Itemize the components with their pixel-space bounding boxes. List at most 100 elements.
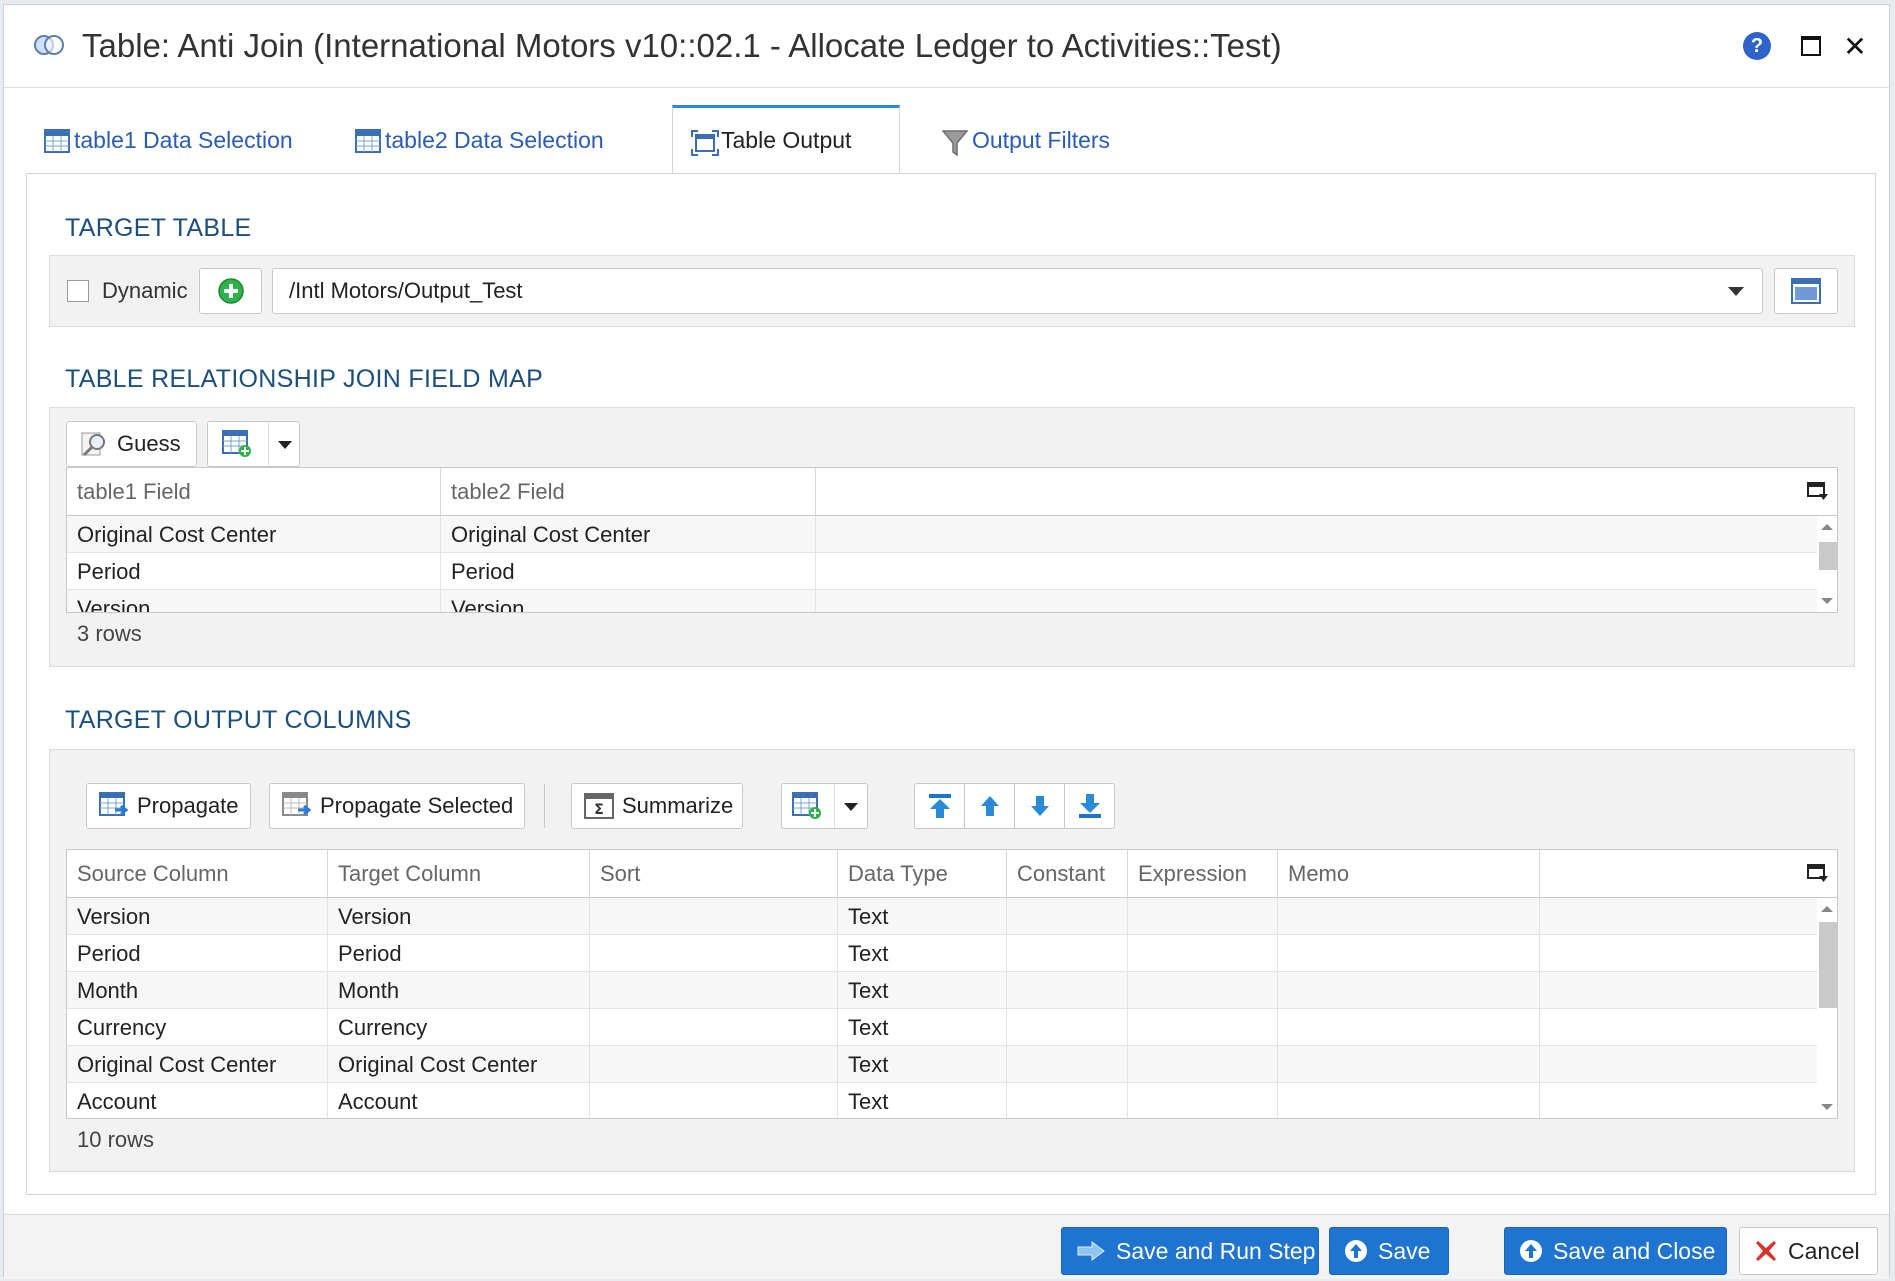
grid-cell[interactable] <box>1128 1009 1278 1046</box>
grid-cell[interactable]: Period <box>328 935 590 972</box>
grid-cell[interactable]: Text <box>838 1046 1007 1083</box>
scroll-down-icon[interactable] <box>1821 598 1833 604</box>
propagate-selected-button[interactable]: Propagate Selected <box>269 783 525 829</box>
grid-cell[interactable]: Month <box>67 972 328 1009</box>
column-header[interactable]: Target Column <box>328 850 590 897</box>
close-button[interactable]: ✕ <box>1838 29 1872 63</box>
grid-cell[interactable]: Text <box>838 1009 1007 1046</box>
grid-cell[interactable] <box>1278 972 1540 1009</box>
grid-cell[interactable]: Currency <box>328 1009 590 1046</box>
grid-cell[interactable]: Original Cost Center <box>67 1046 328 1083</box>
scroll-up-icon[interactable] <box>1821 906 1833 912</box>
grid-cell[interactable] <box>1278 898 1540 935</box>
tab-table-output[interactable]: Table Output <box>672 105 900 173</box>
table-row[interactable]: Period Period Text <box>67 935 1817 972</box>
grid-cell[interactable] <box>1007 1009 1128 1046</box>
save-and-run-step-button[interactable]: Save and Run Step <box>1061 1227 1319 1275</box>
chevron-down-icon[interactable] <box>844 803 858 811</box>
vertical-scrollbar[interactable] <box>1817 516 1837 612</box>
column-header[interactable]: Source Column <box>67 850 328 897</box>
grid-cell[interactable]: Version <box>67 898 328 935</box>
grid-cell[interactable] <box>1007 898 1128 935</box>
add-output-column-button[interactable] <box>781 783 868 829</box>
chevron-down-icon[interactable] <box>278 441 292 449</box>
column-chooser-icon[interactable] <box>1801 468 1835 514</box>
move-to-bottom-button[interactable] <box>1064 783 1115 829</box>
grid-cell[interactable]: Version <box>328 898 590 935</box>
grid-cell[interactable] <box>1128 898 1278 935</box>
table-row[interactable]: Period Period <box>67 553 1817 590</box>
grid-cell[interactable]: Text <box>838 935 1007 972</box>
column-header[interactable]: Memo <box>1278 850 1540 897</box>
title-bar[interactable]: Table: Anti Join (International Motors v… <box>4 5 1889 88</box>
add-join-row-button[interactable] <box>207 421 300 467</box>
grid-cell[interactable] <box>1007 1046 1128 1083</box>
move-up-button[interactable] <box>964 783 1015 829</box>
table-row[interactable]: Month Month Text <box>67 972 1817 1009</box>
dynamic-checkbox[interactable] <box>67 280 89 302</box>
maximize-button[interactable] <box>1794 29 1828 63</box>
save-and-close-button[interactable]: Save and Close <box>1504 1227 1727 1275</box>
table-row[interactable]: Currency Currency Text <box>67 1009 1817 1046</box>
grid-cell[interactable]: Account <box>328 1083 590 1118</box>
column-header[interactable]: Data Type <box>838 850 1007 897</box>
grid-cell[interactable] <box>590 898 838 935</box>
grid-cell[interactable]: Original Cost Center <box>67 516 441 553</box>
scroll-up-icon[interactable] <box>1821 524 1833 530</box>
grid-cell[interactable] <box>1007 935 1128 972</box>
propagate-button[interactable]: Propagate <box>86 783 251 829</box>
grid-cell[interactable]: Month <box>328 972 590 1009</box>
grid-cell[interactable]: Text <box>838 972 1007 1009</box>
grid-cell[interactable] <box>1278 1083 1540 1118</box>
grid-cell[interactable] <box>1278 1009 1540 1046</box>
grid-cell[interactable]: Currency <box>67 1009 328 1046</box>
table-row[interactable]: Account Account Text <box>67 1083 1817 1118</box>
column-header[interactable]: table1 Field <box>67 468 441 515</box>
grid-cell[interactable] <box>1128 972 1278 1009</box>
table-row[interactable]: Version Version <box>67 590 1817 612</box>
scroll-down-icon[interactable] <box>1821 1104 1833 1110</box>
grid-cell[interactable] <box>1128 935 1278 972</box>
column-header[interactable]: Expression <box>1128 850 1278 897</box>
column-header[interactable]: Constant <box>1007 850 1128 897</box>
tab-table2-data-selection[interactable]: table2 Data Selection <box>337 107 642 173</box>
grid-cell[interactable] <box>1278 935 1540 972</box>
column-header[interactable]: Sort <box>590 850 838 897</box>
grid-cell[interactable]: Version <box>441 590 816 612</box>
table-row[interactable]: Version Version Text <box>67 898 1817 935</box>
target-table-path-select[interactable]: /Intl Motors/Output_Test <box>272 268 1763 314</box>
grid-cell[interactable]: Account <box>67 1083 328 1118</box>
move-to-top-button[interactable] <box>914 783 965 829</box>
grid-cell[interactable] <box>1007 1083 1128 1118</box>
guess-button[interactable]: Guess <box>66 421 197 467</box>
grid-cell[interactable] <box>1007 972 1128 1009</box>
summarize-button[interactable]: Σ Summarize <box>571 783 743 829</box>
grid-cell[interactable] <box>1128 1083 1278 1118</box>
browse-table-button[interactable] <box>1774 268 1838 314</box>
table-row[interactable]: Original Cost Center Original Cost Cente… <box>67 516 1817 553</box>
grid-cell[interactable]: Period <box>441 553 816 590</box>
help-button[interactable]: ? <box>1740 29 1774 63</box>
grid-cell[interactable] <box>590 1009 838 1046</box>
grid-cell[interactable] <box>590 1046 838 1083</box>
save-button[interactable]: Save <box>1329 1227 1449 1275</box>
grid-cell[interactable] <box>590 1083 838 1118</box>
table-row[interactable]: Original Cost Center Original Cost Cente… <box>67 1046 1817 1083</box>
grid-cell[interactable]: Period <box>67 553 441 590</box>
grid-cell[interactable]: Text <box>838 898 1007 935</box>
column-header[interactable]: table2 Field <box>441 468 816 515</box>
tab-table1-data-selection[interactable]: table1 Data Selection <box>26 107 321 173</box>
column-chooser-icon[interactable] <box>1801 850 1835 896</box>
tab-output-filters[interactable]: Output Filters <box>924 107 1144 173</box>
grid-cell[interactable]: Original Cost Center <box>328 1046 590 1083</box>
grid-cell[interactable]: Period <box>67 935 328 972</box>
cancel-button[interactable]: Cancel <box>1739 1227 1878 1275</box>
scroll-thumb[interactable] <box>1819 922 1837 1008</box>
add-target-table-button[interactable] <box>199 268 262 314</box>
move-down-button[interactable] <box>1014 783 1065 829</box>
grid-cell[interactable]: Text <box>838 1083 1007 1118</box>
grid-cell[interactable] <box>1128 1046 1278 1083</box>
scroll-thumb[interactable] <box>1819 542 1837 570</box>
grid-cell[interactable] <box>590 935 838 972</box>
grid-cell[interactable]: Version <box>67 590 441 612</box>
